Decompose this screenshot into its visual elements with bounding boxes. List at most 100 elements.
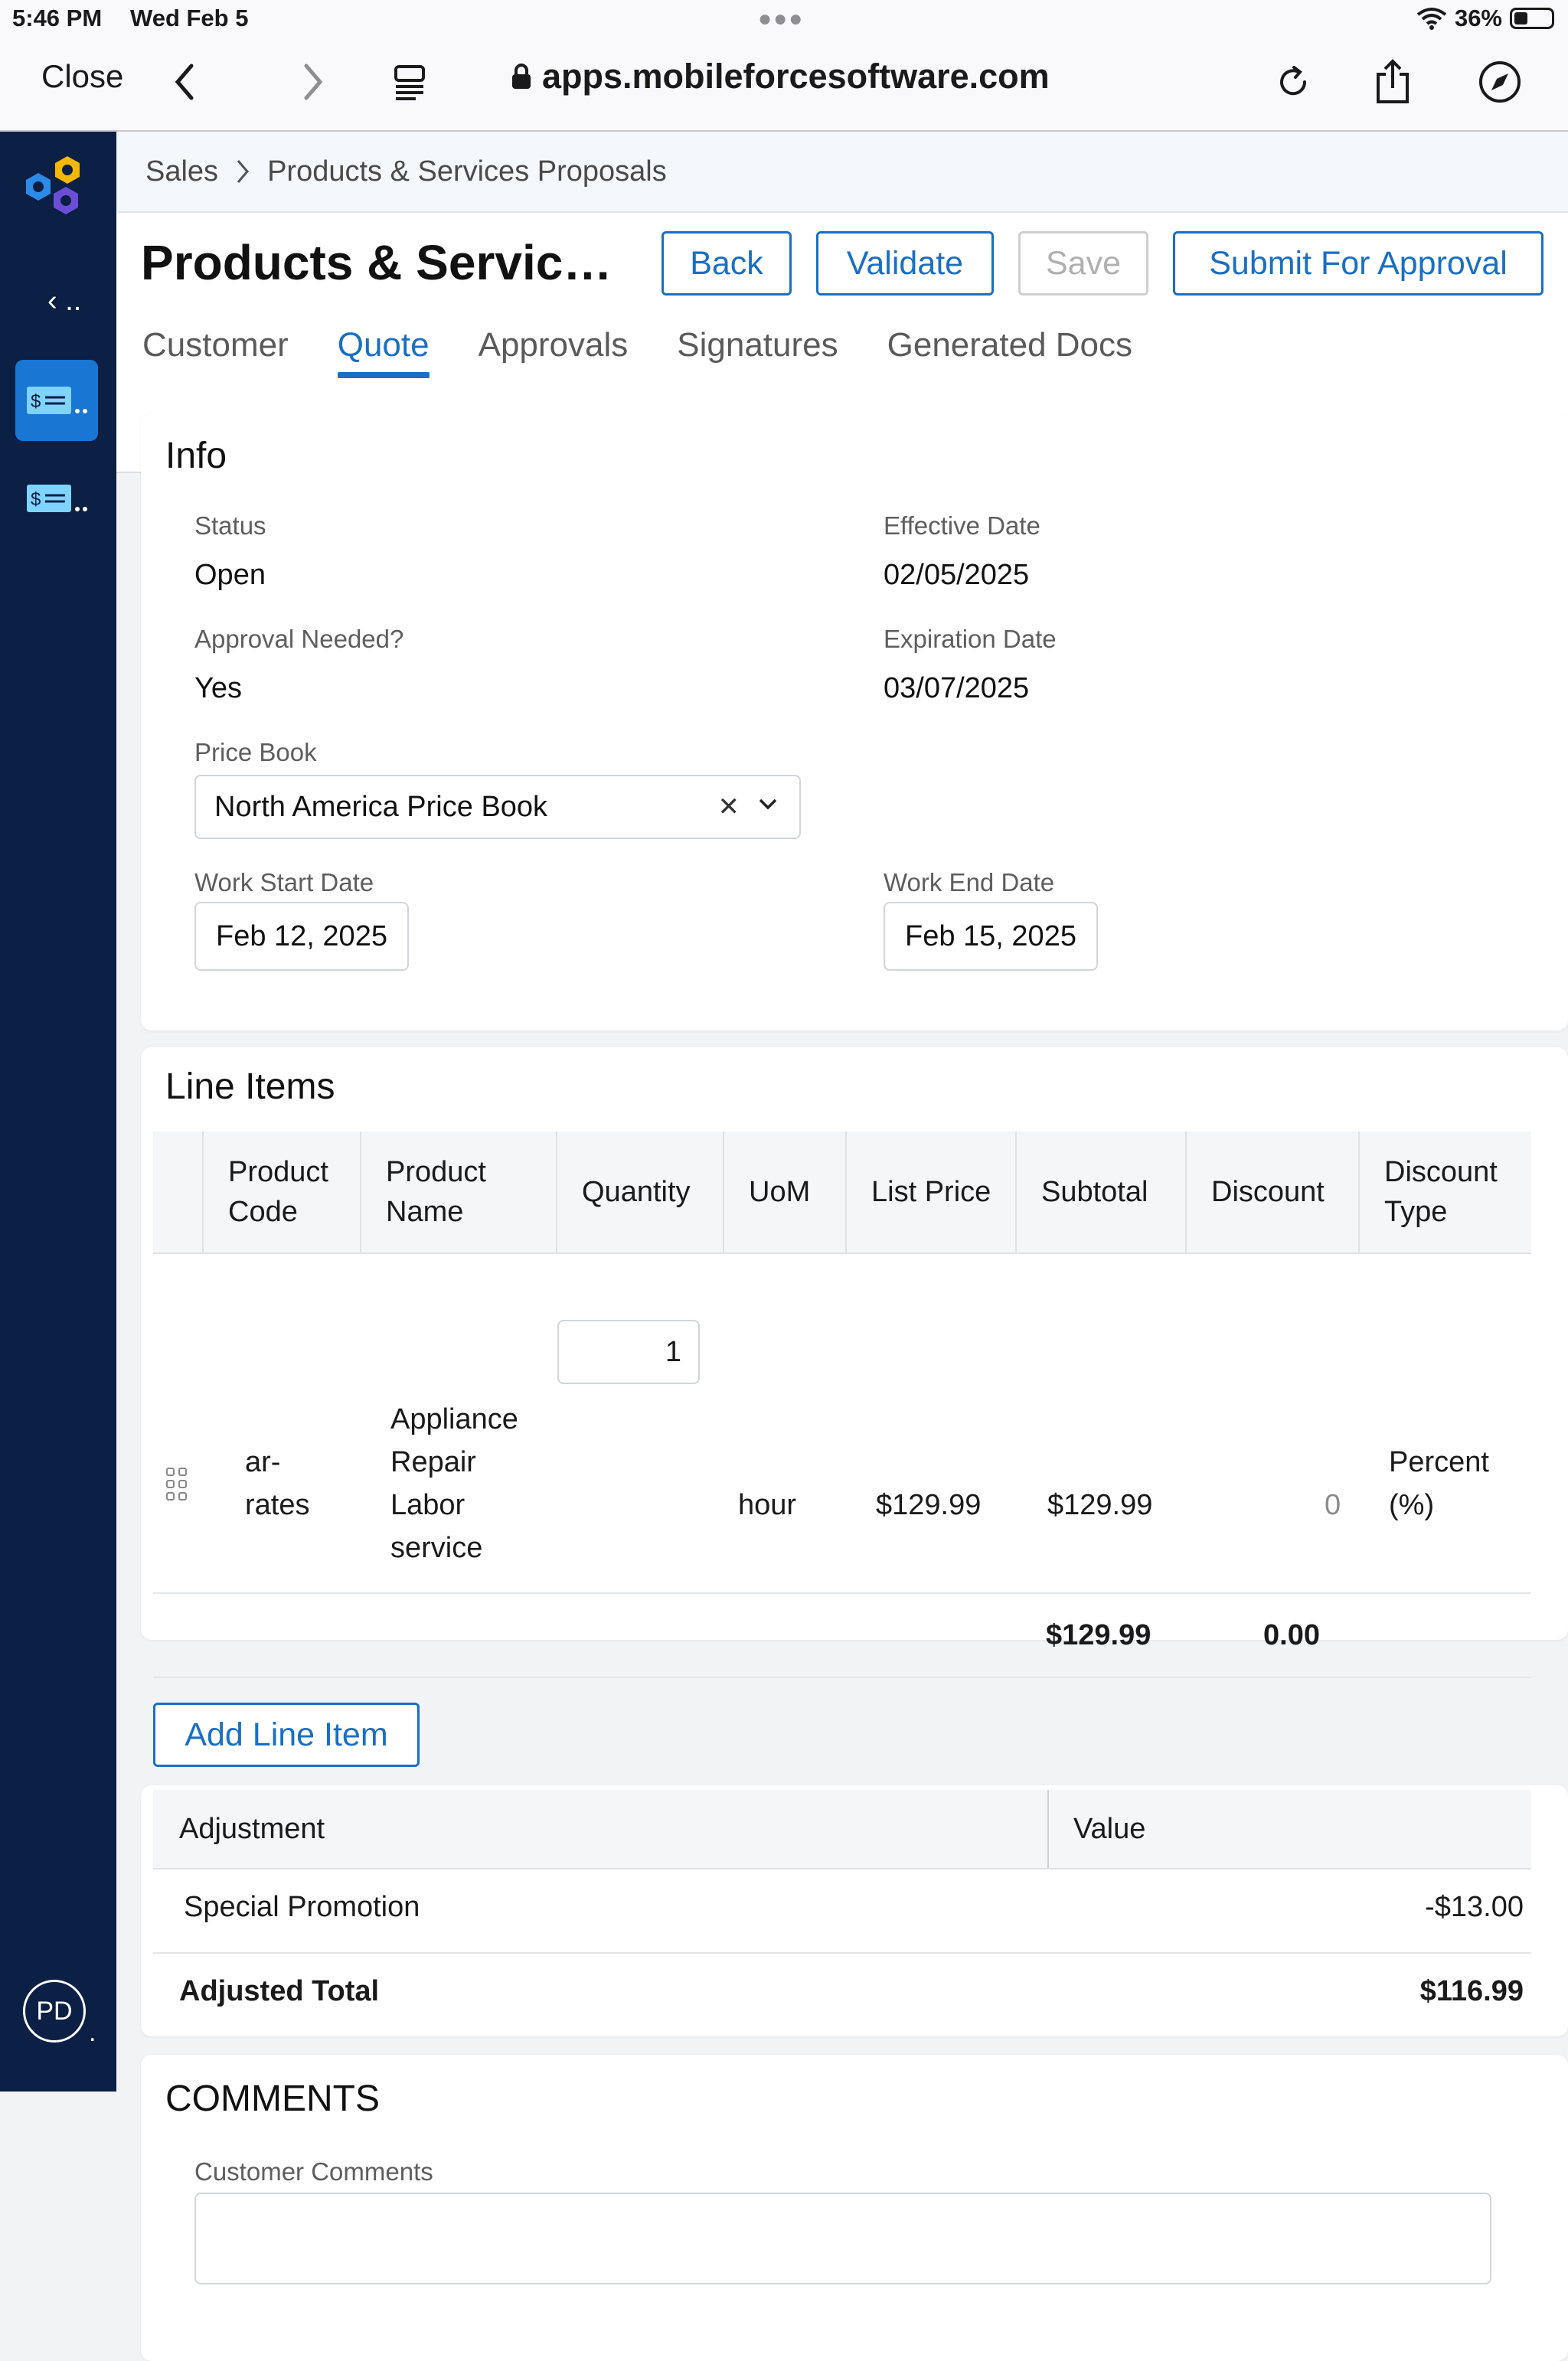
adjustments-header: Adjustment Value	[153, 1790, 1531, 1870]
col-subtotal[interactable]: Subtotal	[1015, 1132, 1185, 1252]
col-product-name[interactable]: Product Name	[360, 1132, 556, 1252]
tab-signatures[interactable]: Signatures	[677, 326, 838, 378]
price-book-label: Price Book	[194, 738, 317, 766]
work-start-date-input[interactable]: Feb 12, 2025	[194, 902, 409, 971]
save-button[interactable]: Save	[1018, 231, 1148, 296]
status-value: Open	[194, 559, 266, 591]
sidebar-item-pricing[interactable]: $	[15, 458, 98, 539]
back-button[interactable]: Back	[662, 231, 792, 296]
main-content: Sales Products & Services Proposals Prod…	[116, 132, 1568, 2361]
chevron-right-icon	[237, 160, 250, 183]
info-card: Info Status Open Effective Date 02/05/20…	[141, 413, 1568, 1030]
status-time: 5:46 PM	[12, 5, 103, 31]
line-items-table-header: Product Code Product Name Quantity UoM L…	[153, 1132, 1531, 1254]
comments-card: COMMENTS Customer Comments	[141, 2055, 1568, 2361]
adjustments-card: Adjustment Value Special Promotion -$13.…	[141, 1785, 1568, 2036]
wifi-icon	[1416, 8, 1447, 30]
col-uom[interactable]: UoM	[723, 1132, 845, 1252]
row-product-name: Appliance Repair Labor service	[390, 1403, 518, 1564]
row-divider	[153, 1677, 1531, 1678]
tab-approvals[interactable]: Approvals	[479, 326, 629, 378]
price-book-value: North America Price Book	[214, 790, 548, 823]
svg-text:$: $	[31, 489, 41, 510]
sidebar-collapse-button[interactable]: ‹ ..	[47, 285, 81, 318]
effective-date-value: 02/05/2025	[884, 559, 1030, 591]
work-end-date-input[interactable]: Feb 15, 2025	[884, 902, 1098, 971]
total-discount: 0.00	[1263, 1619, 1320, 1651]
address-bar[interactable]: apps.mobileforcesoftware.com	[511, 57, 1050, 96]
line-items-title: Line Items	[165, 1066, 335, 1107]
chevron-down-icon[interactable]	[758, 798, 778, 811]
row-divider	[153, 1592, 1531, 1594]
avatar-suffix: .	[89, 2018, 96, 2047]
adjusted-total-value: $116.99	[1419, 1975, 1524, 2007]
status-label: Status	[194, 511, 266, 540]
row-list-price: $129.99	[876, 1489, 982, 1521]
row-discount[interactable]: 0	[1325, 1484, 1341, 1527]
col-adjustment: Adjustment	[179, 1813, 325, 1845]
validate-button[interactable]: Validate	[816, 231, 994, 296]
total-subtotal: $129.99	[1046, 1619, 1152, 1651]
work-start-label: Work Start Date	[194, 868, 374, 896]
clear-icon[interactable]: ✕	[718, 792, 740, 822]
info-title: Info	[165, 436, 227, 476]
status-date: Wed Feb 5	[130, 5, 249, 31]
reload-icon[interactable]	[1266, 55, 1320, 109]
breadcrumb-item-sales[interactable]: Sales	[145, 155, 218, 188]
forward-arrow-icon[interactable]	[286, 55, 340, 109]
col-value: Value	[1073, 1813, 1146, 1845]
expiration-date-label: Expiration Date	[884, 625, 1057, 653]
add-line-item-button[interactable]: Add Line Item	[153, 1703, 420, 1767]
row-divider	[153, 1952, 1531, 1954]
app-sidebar: ‹ .. $ $ PD .	[0, 132, 116, 2092]
tab-generated-docs[interactable]: Generated Docs	[887, 326, 1132, 378]
price-list-icon: $	[27, 387, 87, 414]
breadcrumb: Sales Products & Services Proposals	[118, 132, 1568, 213]
battery-percent: 36%	[1454, 5, 1502, 31]
adjustment-label: Special Promotion	[184, 1891, 420, 1923]
work-end-label: Work End Date	[884, 868, 1055, 896]
battery-icon	[1510, 8, 1554, 29]
adjusted-total-label: Adjusted Total	[179, 1975, 380, 2007]
adjustment-value: -$13.00	[1425, 1891, 1524, 1923]
page-title: Products & Services Proposals	[141, 235, 631, 290]
col-discount-type[interactable]: Discount Type	[1358, 1132, 1531, 1252]
tab-quote[interactable]: Quote	[337, 326, 430, 378]
expiration-date-value: 03/07/2025	[884, 672, 1030, 704]
status-bar: 5:46 PM Wed Feb 5 ●●● 36%	[0, 0, 1568, 40]
browser-toolbar: Close apps.mobileforcesoftware.com	[0, 40, 1568, 132]
price-book-select[interactable]: North America Price Book ✕	[194, 775, 801, 839]
col-discount[interactable]: Discount	[1185, 1132, 1358, 1252]
row-uom: hour	[738, 1489, 797, 1521]
col-quantity[interactable]: Quantity	[556, 1132, 723, 1252]
svg-text:$: $	[31, 391, 41, 412]
comments-title: COMMENTS	[165, 2079, 380, 2119]
tab-customer[interactable]: Customer	[142, 326, 289, 378]
customer-comments-input[interactable]	[194, 2193, 1491, 2284]
compass-icon[interactable]	[1473, 55, 1527, 109]
back-arrow-icon[interactable]	[158, 55, 211, 109]
customer-comments-label: Customer Comments	[194, 2157, 433, 2186]
reader-tabs-icon[interactable]	[383, 55, 436, 109]
user-avatar[interactable]: PD	[23, 1980, 86, 2043]
share-icon[interactable]	[1366, 55, 1419, 109]
row-subtotal: $129.99	[1047, 1489, 1153, 1521]
col-list-price[interactable]: List Price	[845, 1132, 1015, 1252]
close-button[interactable]: Close	[41, 58, 123, 95]
col-product-code[interactable]: Product Code	[202, 1132, 360, 1252]
approval-needed-label: Approval Needed?	[194, 625, 404, 653]
tab-bar: Customer Quote Approvals Signatures Gene…	[142, 326, 1181, 378]
lock-icon	[512, 64, 531, 89]
row-product-code: ar- rates	[245, 1446, 310, 1521]
multitasking-dots-icon[interactable]: ●●●	[758, 6, 804, 32]
drag-handle-icon[interactable]	[165, 1467, 188, 1502]
app-logo-icon[interactable]	[21, 152, 90, 224]
quantity-input[interactable]: 1	[557, 1320, 700, 1384]
breadcrumb-item-proposals[interactable]: Products & Services Proposals	[267, 155, 667, 188]
url-text: apps.mobileforcesoftware.com	[542, 57, 1050, 96]
approval-needed-value: Yes	[194, 672, 242, 704]
sidebar-item-proposals-active[interactable]: $	[15, 360, 98, 441]
column-divider	[1047, 1790, 1049, 1868]
submit-for-approval-button[interactable]: Submit For Approval	[1173, 231, 1544, 296]
row-discount-type[interactable]: Percent (%)	[1389, 1441, 1489, 1527]
